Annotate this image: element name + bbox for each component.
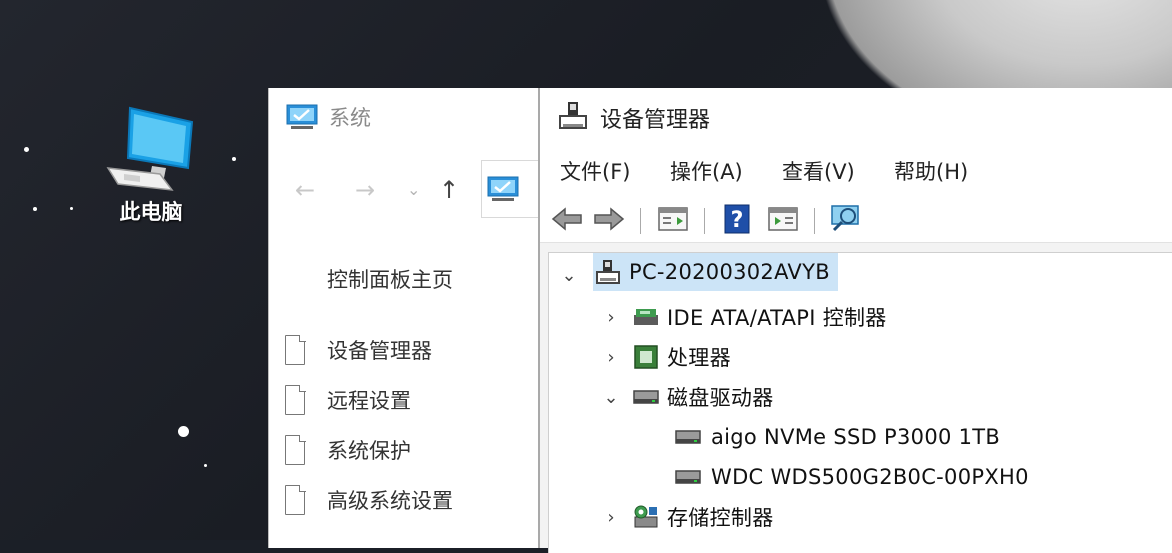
advanced-system-settings-link[interactable]: 高级系统设置 <box>285 482 453 518</box>
tree-leaf-label: WDC WDS500G2B0C-00PXH0 <box>711 465 1029 489</box>
storage-icon <box>634 505 658 528</box>
document-icon <box>285 384 306 415</box>
chevron-right-icon: › <box>607 346 615 368</box>
system-window-title: 系统 <box>329 106 371 130</box>
tree-root-label: PC-20200302AVYB <box>629 260 830 284</box>
device-tree: ⌄ PC-20200302AVYB › IDE ATA/ATAPI 控制器 › … <box>548 252 1172 553</box>
system-monitor-icon <box>286 104 318 129</box>
chevron-right-icon: › <box>607 506 615 528</box>
device-manager-window: 设备管理器 文件(F) 操作(A) 查看(V) 帮助(H) ? ⌄ PC-202… <box>538 88 1172 553</box>
tree-node-disk-drives[interactable]: ⌄ 磁盘驱动器 <box>603 379 774 415</box>
tree-expand-chevron[interactable]: ⌄ <box>561 257 577 293</box>
system-monitor-icon <box>487 176 519 201</box>
computer-icon <box>106 106 194 191</box>
toolbar-separator <box>704 208 705 234</box>
this-pc-label: 此电脑 <box>119 200 183 224</box>
menu-file[interactable]: 文件(F) <box>560 156 630 186</box>
pc-icon <box>596 260 620 284</box>
back-arrow-icon <box>551 207 582 231</box>
system-window-titlebar: 系统 <box>285 102 371 132</box>
remote-settings-link[interactable]: 远程设置 <box>285 382 411 418</box>
tree-node-label: IDE ATA/ATAPI 控制器 <box>667 306 887 330</box>
forward-arrow-icon <box>594 207 625 231</box>
menu-help[interactable]: 帮助(H) <box>894 156 968 186</box>
tree-node-label: 磁盘驱动器 <box>667 386 774 410</box>
back-button[interactable]: ← <box>295 172 315 208</box>
forward-button[interactable]: → <box>355 172 375 208</box>
toolbar-forward-button[interactable] <box>592 204 626 234</box>
link-label: 系统保护 <box>327 439 411 463</box>
star <box>204 464 207 467</box>
device-manager-icon <box>559 102 587 129</box>
toolbar-scan-hardware-button[interactable] <box>828 204 862 234</box>
toolbar-properties-button[interactable] <box>656 204 690 234</box>
menu-bar: 文件(F) 操作(A) 查看(V) 帮助(H) <box>540 146 1172 196</box>
address-bar[interactable] <box>481 160 546 218</box>
scan-hardware-icon <box>831 205 859 232</box>
tree-node-ide-controllers[interactable]: › IDE ATA/ATAPI 控制器 <box>603 299 887 335</box>
menu-view[interactable]: 查看(V) <box>782 156 855 186</box>
device-manager-titlebar: 设备管理器 <box>540 88 1172 146</box>
tree-root-computer[interactable]: PC-20200302AVYB <box>593 253 838 291</box>
document-icon <box>285 484 306 515</box>
tree-leaf-aigo-ssd[interactable]: aigo NVMe SSD P3000 1TB <box>673 419 1000 455</box>
star <box>70 207 73 210</box>
chip-icon <box>634 345 658 369</box>
toolbar-back-button[interactable] <box>550 204 584 234</box>
tree-leaf-wdc-ssd[interactable]: WDC WDS500G2B0C-00PXH0 <box>673 459 1029 495</box>
star <box>33 207 37 211</box>
document-icon <box>285 334 306 365</box>
toolbar-update-driver-button[interactable] <box>766 204 800 234</box>
processor-icon <box>631 344 661 370</box>
tree-node-label: 存储控制器 <box>667 506 774 530</box>
toolbar-help-button[interactable]: ? <box>720 204 754 234</box>
link-label: 高级系统设置 <box>327 489 453 513</box>
link-label: 远程设置 <box>327 389 411 413</box>
toolbar-separator <box>640 208 641 234</box>
up-button[interactable]: ↑ <box>439 172 459 208</box>
chevron-down-icon: ⌄ <box>603 386 619 408</box>
properties-icon <box>658 207 688 231</box>
chevron-down-icon: ⌄ <box>561 264 577 286</box>
hdd-icon <box>675 470 701 484</box>
device-manager-title: 设备管理器 <box>600 108 711 133</box>
control-panel-home-link[interactable]: 控制面板主页 <box>327 264 453 294</box>
device-manager-link[interactable]: 设备管理器 <box>285 332 432 368</box>
storage-controller-icon <box>631 504 661 530</box>
star <box>24 147 29 152</box>
tree-node-label: 处理器 <box>667 346 731 370</box>
ide-icon <box>634 309 658 325</box>
svg-text:?: ? <box>731 208 744 233</box>
star <box>232 157 236 161</box>
star <box>178 426 189 437</box>
tree-node-processors[interactable]: › 处理器 <box>603 339 731 375</box>
tree-leaf-label: aigo NVMe SSD P3000 1TB <box>711 425 1001 449</box>
toolbar-separator <box>814 208 815 234</box>
disk-drive-icon <box>673 424 703 450</box>
system-protection-link[interactable]: 系统保护 <box>285 432 411 468</box>
system-window: 系统 ← → ⌄ ↑ 控制面板主页 设备管理器 远程设置 系统保护 高级系统设置 <box>268 88 546 548</box>
history-dropdown-button[interactable]: ⌄ <box>407 172 420 208</box>
hdd-icon <box>675 430 701 444</box>
chevron-right-icon: › <box>607 306 615 328</box>
update-driver-icon <box>768 207 798 231</box>
ide-controller-icon <box>631 304 661 330</box>
toolbar: ? <box>540 196 1172 243</box>
menu-action[interactable]: 操作(A) <box>670 156 743 186</box>
disk-drive-icon <box>631 384 661 410</box>
hdd-icon <box>633 390 659 404</box>
help-icon: ? <box>724 204 750 234</box>
disk-drive-icon <box>673 464 703 490</box>
document-icon <box>285 434 306 465</box>
link-label: 设备管理器 <box>327 339 432 363</box>
computer-node-icon <box>593 259 623 285</box>
tree-node-storage-controllers[interactable]: › 存储控制器 <box>603 499 774 535</box>
